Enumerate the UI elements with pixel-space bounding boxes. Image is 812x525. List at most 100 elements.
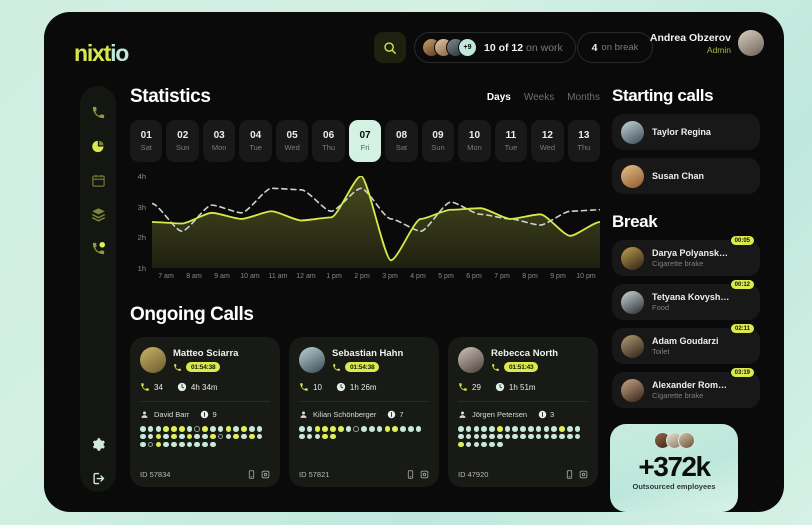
break-item[interactable]: Adam Goudarzi Toilet 02:11 bbox=[612, 324, 760, 364]
calls-count: 34 bbox=[140, 382, 163, 392]
tab-days[interactable]: Days bbox=[487, 92, 511, 103]
day-chip-01[interactable]: 01 Sat bbox=[130, 120, 163, 162]
day-chip-05[interactable]: 05 Wed bbox=[275, 120, 309, 162]
day-number: 05 bbox=[286, 130, 298, 141]
timer-value: 01:54:38 bbox=[345, 362, 380, 372]
sidebar-item-missed-calls[interactable] bbox=[86, 236, 110, 260]
x-tick: 5 pm bbox=[438, 273, 454, 280]
break-item[interactable]: Alexander Rom… Cigarette brake 03:19 bbox=[612, 368, 760, 408]
call-timer: 01:51:43 bbox=[491, 362, 558, 372]
y-tick: 4h bbox=[137, 172, 146, 181]
activity-dot bbox=[256, 426, 263, 432]
sidebar-item-calls[interactable] bbox=[86, 100, 110, 124]
device-icon[interactable] bbox=[406, 470, 415, 479]
app-logo[interactable]: nixtio bbox=[74, 40, 129, 67]
sidebar-item-calendar[interactable] bbox=[86, 168, 110, 192]
day-chip-04[interactable]: 04 Tue bbox=[239, 120, 272, 162]
starting-call-item[interactable]: Susan Chan bbox=[612, 158, 760, 194]
agent-name: Matteo Sciarra bbox=[173, 348, 239, 359]
ongoing-call-card[interactable]: Matteo Sciarra 01:54:38 34 4h 34m David Barr… bbox=[130, 337, 280, 487]
day-chip-12[interactable]: 12 Wed bbox=[531, 120, 564, 162]
tab-months[interactable]: Months bbox=[567, 92, 600, 103]
day-chip-03[interactable]: 03 Mon bbox=[202, 120, 236, 162]
day-chip-06[interactable]: 06 Thu bbox=[312, 120, 345, 162]
page-title: Statistics bbox=[130, 86, 211, 107]
card-actions bbox=[406, 470, 429, 479]
starting-call-item[interactable]: Taylor Regina bbox=[612, 114, 760, 150]
activity-dot bbox=[171, 426, 177, 432]
settings-icon[interactable] bbox=[261, 470, 270, 479]
phone-icon bbox=[174, 363, 181, 371]
activity-dot bbox=[147, 433, 154, 440]
day-chip-09[interactable]: 09 Sun bbox=[421, 120, 455, 162]
break-name: Tetyana Kovysh… bbox=[652, 292, 730, 302]
duration: 1h 26m bbox=[336, 382, 377, 392]
activity-dot bbox=[559, 433, 565, 440]
sidebar-item-logout[interactable] bbox=[86, 466, 110, 490]
day-chip-11[interactable]: 11 Tue bbox=[494, 120, 528, 162]
activity-dot bbox=[330, 433, 336, 440]
tab-weeks[interactable]: Weeks bbox=[524, 92, 554, 103]
outsourced-employees-card[interactable]: +372k Outsourced employees bbox=[610, 424, 738, 512]
avatar bbox=[621, 120, 644, 144]
call-timer: 01:54:38 bbox=[173, 362, 238, 372]
sidebar-item-layers[interactable] bbox=[86, 202, 110, 226]
sidebar-item-analytics[interactable] bbox=[86, 134, 110, 158]
chart-area bbox=[152, 176, 600, 268]
break-name: Darya Polyansk… bbox=[652, 248, 729, 258]
card-stats: 29 1h 51m bbox=[458, 382, 588, 392]
avatar bbox=[621, 290, 644, 314]
day-chip-02[interactable]: 02 Sun bbox=[166, 120, 199, 162]
ongoing-call-card[interactable]: Sebastian Hahn 01:54:38 10 1h 26m Kilian Sch… bbox=[289, 337, 439, 487]
info-icon bbox=[538, 410, 547, 419]
activity-dot bbox=[465, 426, 472, 432]
user-name: Andrea Obzerov bbox=[649, 31, 731, 44]
activity-dot bbox=[233, 426, 239, 432]
card-header: Sebastian Hahn 01:54:38 bbox=[299, 347, 429, 373]
ongoing-call-card[interactable]: Rebecca North 01:51:43 29 1h 51m Jörgen Pete… bbox=[448, 337, 598, 487]
on-work-status[interactable]: +9 10 of 12 on work bbox=[414, 32, 576, 63]
day-chip-08[interactable]: 08 Sat bbox=[385, 120, 418, 162]
day-number: 09 bbox=[432, 130, 444, 141]
day-chip-10[interactable]: 10 Mon bbox=[458, 120, 491, 162]
break-timer: 00:12 bbox=[730, 280, 754, 289]
activity-dot bbox=[481, 433, 487, 440]
calls-count: 29 bbox=[458, 382, 481, 392]
activity-dot bbox=[147, 426, 154, 432]
on-break-status[interactable]: 4 on break bbox=[577, 32, 653, 63]
activity-dot bbox=[147, 441, 154, 448]
break-info: Alexander Rom… Cigarette brake bbox=[652, 380, 727, 400]
right-panel: Starting calls Taylor Regina Susan Chan B… bbox=[612, 86, 760, 408]
phone-icon bbox=[459, 383, 467, 391]
activity-dot bbox=[496, 426, 503, 432]
day-chip-13[interactable]: 13 Thu bbox=[567, 120, 601, 162]
x-tick: 4 pm bbox=[410, 273, 426, 280]
user-meta: Andrea Obzerov Admin bbox=[650, 32, 731, 55]
activity-dots bbox=[458, 426, 588, 448]
avatar bbox=[621, 334, 644, 358]
calls-value: 34 bbox=[154, 382, 163, 392]
call-id: ID 57821 bbox=[299, 470, 330, 479]
device-icon[interactable] bbox=[247, 470, 256, 479]
card-footer: ID 47920 bbox=[458, 470, 588, 479]
settings-icon[interactable] bbox=[579, 470, 588, 479]
sidebar-item-settings[interactable] bbox=[86, 432, 110, 456]
break-item[interactable]: Darya Polyansk… Cigarette brake 00:05 bbox=[612, 236, 760, 276]
activity-dot bbox=[504, 426, 511, 432]
device-icon[interactable] bbox=[565, 470, 574, 479]
statistics-chart: 1h 2h 3h 4h 7 am 8 am 9 am 10 am 11 am 12 am 1 pm… bbox=[130, 172, 600, 288]
activity-dot bbox=[512, 426, 519, 432]
day-chip-07[interactable]: 07 Fri bbox=[348, 120, 382, 162]
settings-icon[interactable] bbox=[420, 470, 429, 479]
avatar bbox=[621, 378, 644, 402]
search-button[interactable] bbox=[374, 32, 406, 63]
day-number: 04 bbox=[250, 130, 262, 141]
activity-dot bbox=[473, 426, 480, 432]
phone-icon bbox=[300, 383, 308, 391]
day-number: 11 bbox=[505, 130, 517, 141]
user-profile[interactable]: Andrea Obzerov Admin bbox=[650, 30, 764, 56]
activity-dot bbox=[314, 426, 321, 432]
y-tick: 2h bbox=[137, 233, 146, 243]
activity-dot bbox=[361, 426, 367, 432]
break-item[interactable]: Tetyana Kovysh… Food 00:12 bbox=[612, 280, 760, 320]
